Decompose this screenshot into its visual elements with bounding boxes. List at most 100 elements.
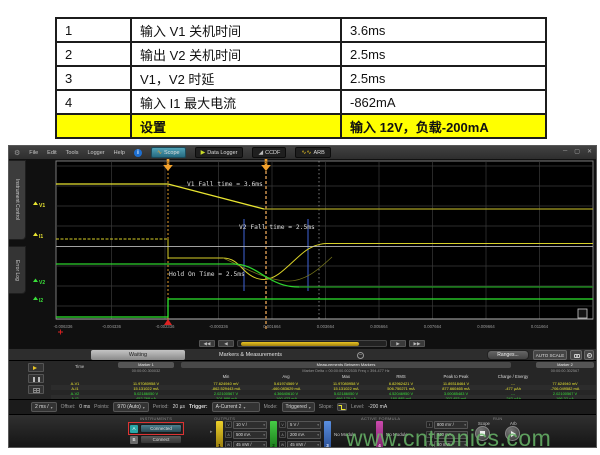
zoom-in-icon: + [587,353,592,358]
menu-file[interactable]: File [29,150,38,156]
plot-frame [56,161,593,319]
grid-icon [33,388,40,393]
scrollbar-track[interactable] [237,340,387,347]
channel-1-current-scale[interactable]: 500 mA [233,431,267,439]
menu-edit[interactable]: Edit [47,150,56,156]
ccdf-curve-icon: ◢ [258,150,263,156]
axis-red-plus-icon [58,330,63,335]
marker2-header[interactable]: Marker 2 [536,362,594,368]
timebase-select[interactable]: 2 ms / [31,402,57,412]
period-label: Period: [153,404,169,410]
i1-marker-icon[interactable] [33,233,38,237]
play-icon: ▶ [201,150,206,156]
channel-1-voltage-scale[interactable]: 10 V / [233,421,267,429]
trigger-source-select[interactable]: A-Current 2 [212,402,260,412]
tab-arb[interactable]: ∿∿ ARB [295,147,330,158]
instrument-a-row: A Connected [128,422,184,435]
menu-tools[interactable]: Tools [66,150,79,156]
collapse-icon[interactable]: – [357,352,364,359]
row-number [56,114,131,138]
x-tick: -0.002336 [156,324,176,329]
points-select[interactable]: 970 (Auto) [113,402,148,412]
channel-2-power-scale[interactable]: 45 mW / [287,441,321,448]
slope-select[interactable] [337,403,347,411]
value: 45 mW / [290,442,306,448]
tab-ccdf[interactable]: ◢ CCDF [252,147,286,158]
channel-1-power-scale[interactable]: 45 mW / [233,441,267,448]
offset-value[interactable]: 0 ms [79,404,90,410]
zoom-out-button[interactable]: − [596,350,597,360]
menu-logger[interactable]: Logger [87,150,104,156]
plot-corner-handle[interactable] [578,309,587,318]
close-button[interactable]: ✕ [587,148,592,155]
level-label: Level: [351,404,364,410]
plot-scrollbar: ◀◀ ◀ ▶ ▶▶ [27,339,597,348]
channel-label-v1[interactable]: V1 [39,203,45,209]
channel-label-i2[interactable]: I2 [39,298,43,304]
sidebar-tab-error-log[interactable]: Error Log [9,246,26,294]
scrollbar-thumb[interactable] [241,342,359,346]
v1-marker-icon[interactable] [33,202,38,206]
value: 200 mA [290,432,304,438]
table-row: 1 输入 V1 关机时间 3.6ms [56,18,546,42]
between-markers-subtitle: Marker Delta = 00:00:00.002535 Freq = 39… [181,369,511,373]
marker-tool-button[interactable] [28,363,44,372]
channel-label-i1[interactable]: I1 [39,234,43,240]
maximize-button[interactable]: ▢ [574,148,580,155]
table-row: 3 V1，V2 时延 2.5ms [56,66,546,90]
value: 500 mA [236,432,250,438]
ranges-button[interactable]: Ranges... [487,350,529,360]
marker1-header[interactable]: Marker 1 [118,362,174,368]
tab-scope[interactable]: ∿ Scope [151,147,186,158]
col-min: Min [223,374,230,379]
channel-1-colorbar: 1 [216,421,223,448]
v2-marker-icon[interactable] [33,279,38,283]
expander-arrow-icon[interactable]: ▸ [210,429,213,435]
x-tick: -0.004336 [102,324,122,329]
i2-marker-icon[interactable] [33,297,38,301]
instrument-b-row: B Connect [130,435,182,444]
instrument-b-connect-button[interactable]: Connect [140,435,182,444]
sidebar-tab-instrument-control[interactable]: Instrument Control [9,160,26,240]
row-number: 2 [56,42,131,66]
export-image-button[interactable] [570,350,582,360]
row-name: 设置 [131,114,341,138]
info-icon[interactable]: i [134,149,142,157]
trigger-mode-select[interactable]: Triggered [282,402,315,412]
instrument-a-connected-button[interactable]: Connected [140,424,182,433]
channel-2-voltage-scale[interactable]: 5 V / [287,421,321,429]
acquisition-status-badge: Waiting [91,350,185,360]
trigger-level-value[interactable]: -200 mA [368,404,387,410]
mode-label: Mode: [264,404,278,410]
auto-scale-button[interactable]: AUTO SCALE [533,350,567,360]
section-instruments: INSTRUMENTS [140,416,172,421]
tab-data-logger-label: Data Logger [207,150,237,156]
current-scale-icon: A [225,431,232,438]
scroll-right-button[interactable]: ▶ [390,340,406,347]
cursors-tool-button[interactable] [28,374,44,383]
grid-tool-button[interactable] [28,385,44,394]
col-rms: RMS [396,374,405,379]
output-channel-2: 2 V 5 V / A 200 mA W 45 mW / [270,421,322,448]
x-tick: -0.000336 [209,324,229,329]
tab-data-logger[interactable]: ▶ Data Logger [195,147,244,158]
channel-label-v2[interactable]: V2 [39,280,45,286]
menu-help[interactable]: Help [114,150,125,156]
plot-tools [28,363,46,396]
channel-2-current-scale[interactable]: 200 mA [287,431,321,439]
scroll-far-left-button[interactable]: ◀◀ [199,340,215,347]
watermark: www.cntronics.com [346,425,551,452]
scroll-left-button[interactable]: ◀ [218,340,234,347]
power-scale-icon: W [225,441,232,448]
gear-icon[interactable]: ⚙ [14,149,20,157]
zoom-in-button[interactable]: + [584,350,594,360]
instrument-a-badge: A [130,425,138,433]
power-scale-icon: W [279,441,286,448]
points-label: Points: [94,404,109,410]
scroll-far-right-button[interactable]: ▶▶ [409,340,425,347]
minimize-button[interactable]: ─ [563,148,567,155]
tab-ccdf-label: CCDF [265,150,280,156]
trigger-label: Trigger: [189,404,208,410]
table-row: 2 输出 V2 关机时间 2.5ms [56,42,546,66]
waveform-plot[interactable]: V1 I1 V2 I2 [27,159,597,339]
